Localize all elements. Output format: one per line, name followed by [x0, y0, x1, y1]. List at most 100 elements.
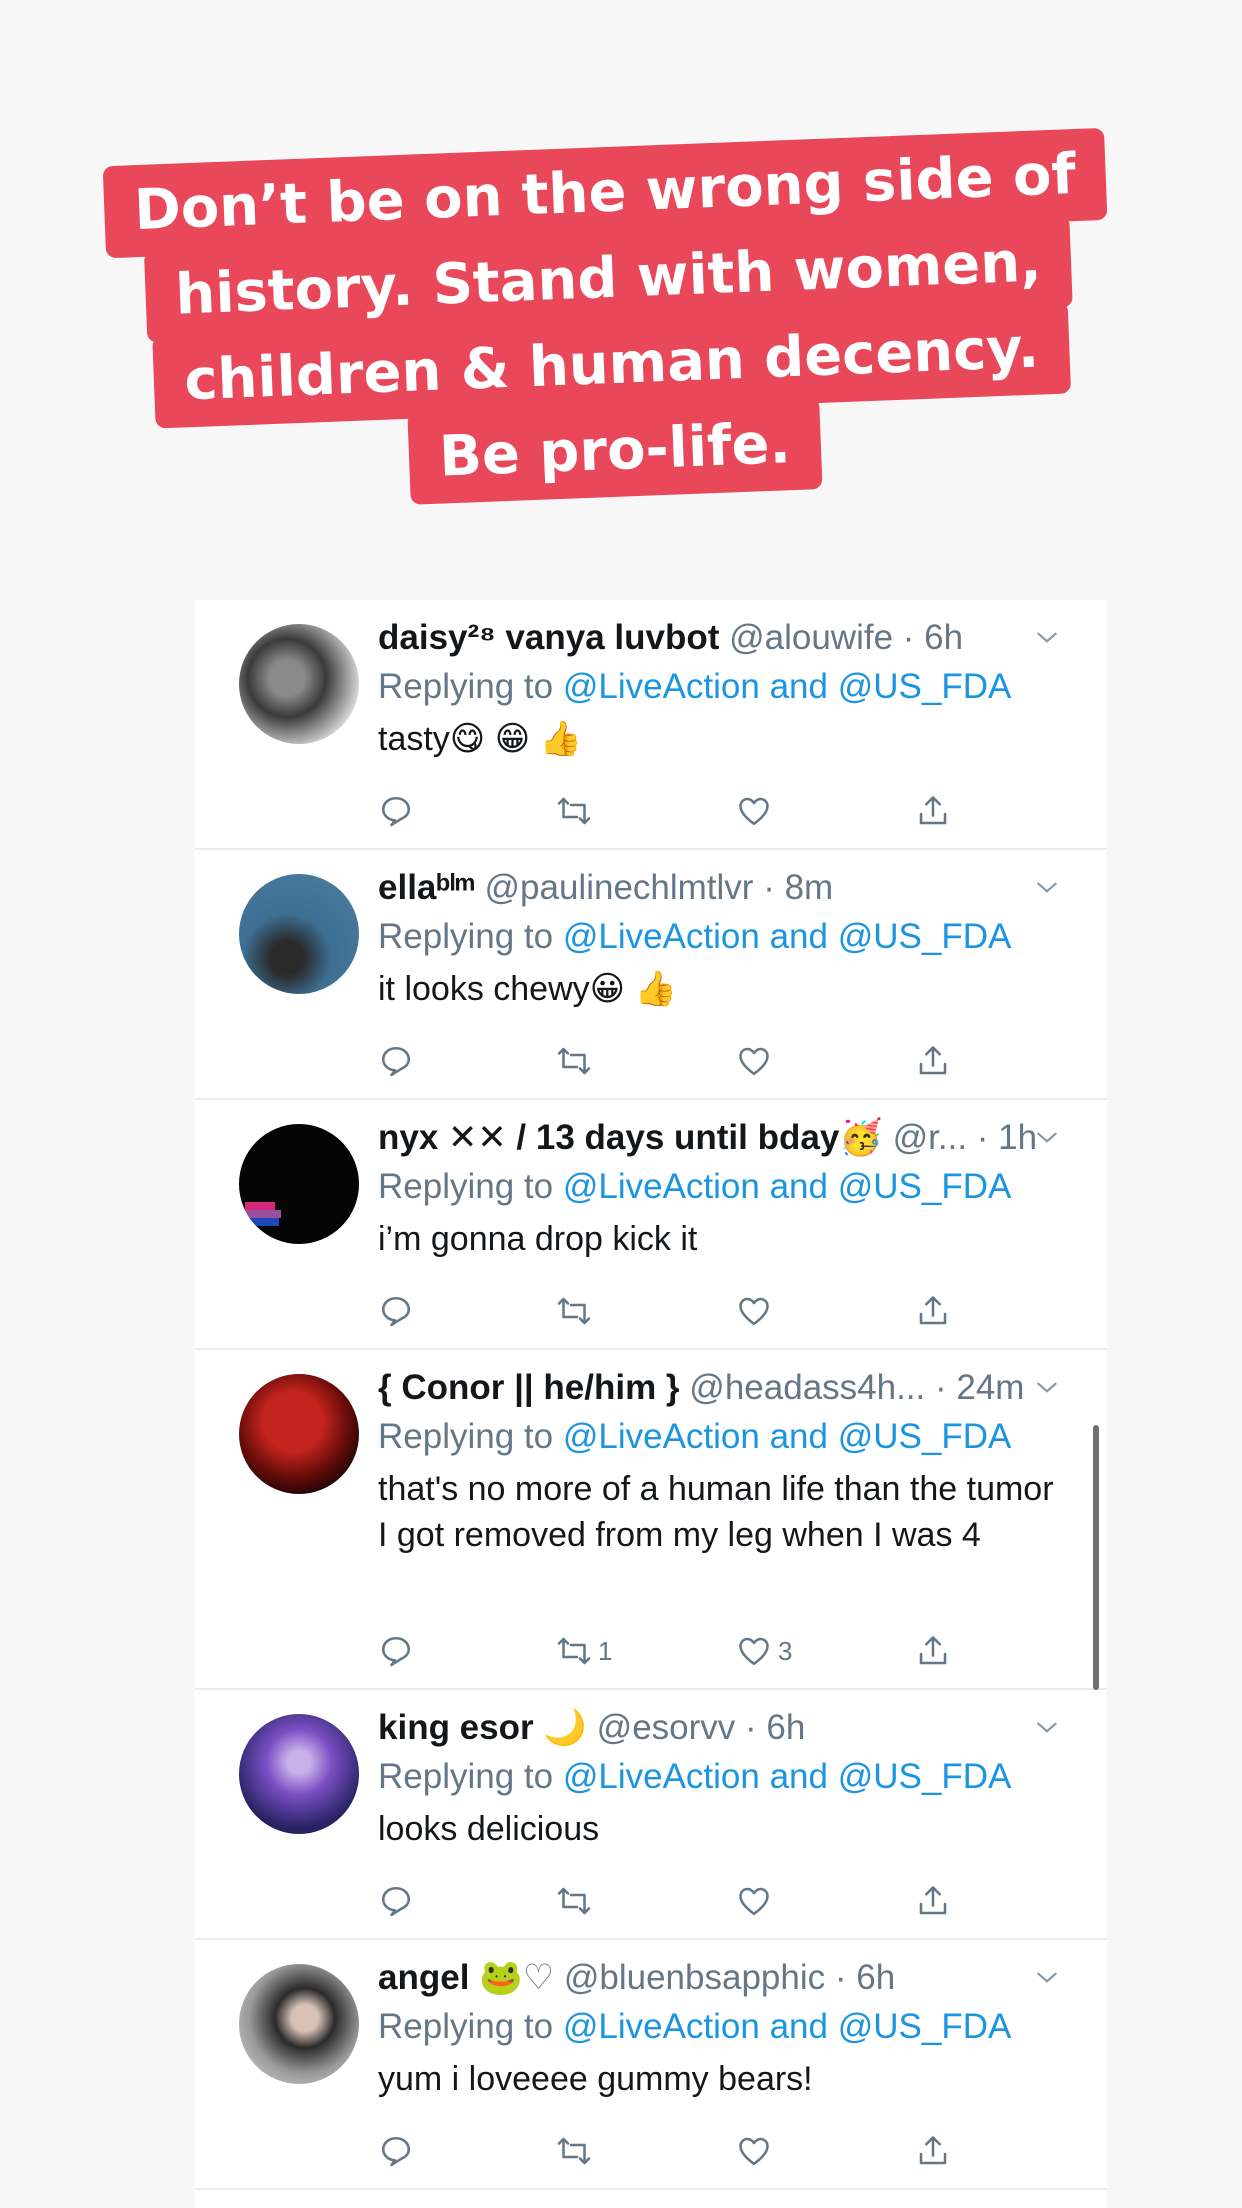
- heart-icon: [739, 1047, 769, 1076]
- avatar[interactable]: [239, 1124, 359, 1244]
- reply-icon: [381, 1636, 411, 1667]
- replying-to-link[interactable]: @LiveAction and @US_FDA: [563, 667, 1011, 706]
- reply-button[interactable]: [378, 1036, 414, 1086]
- handle[interactable]: @r...: [893, 1118, 967, 1157]
- share-button[interactable]: [915, 1036, 951, 1086]
- handle[interactable]: @alouwife: [729, 618, 893, 657]
- share-button[interactable]: [915, 2126, 951, 2176]
- reply-button[interactable]: [378, 2126, 414, 2176]
- chevron-down-icon[interactable]: [1027, 1954, 1067, 2002]
- share-button[interactable]: [915, 1286, 951, 1336]
- reply-button[interactable]: [378, 1876, 414, 1926]
- tweet[interactable]: angel 🐸♡ @bluenbsapphic · 6h Replying to…: [195, 1940, 1107, 2190]
- reply-icon: [381, 1046, 411, 1077]
- avatar[interactable]: [239, 1714, 359, 1834]
- replying-to-label: Replying to: [378, 667, 554, 706]
- handle[interactable]: @esorvv: [597, 1708, 736, 1747]
- heart-icon: [739, 797, 769, 826]
- replying-to: Replying to @LiveAction and @US_FDA: [378, 1752, 1067, 1802]
- heart-icon: [739, 1297, 769, 1326]
- tweet[interactable]: nyx ✕✕ / 13 days until bday🥳 @r... · 1h …: [195, 1100, 1107, 1350]
- story-text-banner: Don’t be on the wrong side of history. S…: [99, 127, 1121, 514]
- tweet[interactable]: { Conor || he/him } @headass4h... · 24m …: [195, 1350, 1107, 1690]
- reply-button[interactable]: [378, 1286, 414, 1336]
- display-name[interactable]: ellaᵇˡᵐ: [378, 868, 475, 907]
- tweet-text: looks delicious: [378, 1810, 600, 1848]
- like-button[interactable]: [736, 1876, 778, 1926]
- chevron-down-icon[interactable]: [1027, 1704, 1067, 1752]
- tweet[interactable]: king esor 🌙 @esorvv · 6h Replying to @Li…: [195, 1690, 1107, 1940]
- like-button[interactable]: [736, 1286, 778, 1336]
- retweet-button[interactable]: [556, 2126, 598, 2176]
- chevron-down-icon[interactable]: [1027, 614, 1067, 662]
- handle[interactable]: @bluenbsapphic: [564, 1958, 825, 1997]
- heart-icon: [739, 2137, 769, 2166]
- chevron-down-icon[interactable]: [1027, 1114, 1067, 1162]
- retweet-button[interactable]: [556, 1036, 598, 1086]
- tweet-text: tasty😋 😁 👍: [378, 720, 582, 758]
- share-icon: [919, 1046, 947, 1075]
- heart-icon: [739, 1887, 769, 1916]
- display-name[interactable]: daisy²⁸ vanya luvbot: [378, 618, 719, 657]
- tweet-text: i’m gonna drop kick it: [378, 1220, 698, 1258]
- chevron-down-icon[interactable]: [1027, 1364, 1067, 1412]
- share-button[interactable]: [915, 1626, 951, 1676]
- like-button[interactable]: [736, 1036, 778, 1086]
- reply-icon: [381, 796, 411, 827]
- share-icon: [919, 1886, 947, 1915]
- display-name[interactable]: king esor: [378, 1708, 534, 1747]
- tweet-header: nyx ✕✕ / 13 days until bday🥳 @r... · 1h: [378, 1114, 1067, 1162]
- scrollbar[interactable]: [1093, 1425, 1099, 1690]
- replying-to-link[interactable]: @LiveAction and @US_FDA: [563, 1417, 1011, 1456]
- display-name[interactable]: { Conor || he/him }: [378, 1368, 680, 1407]
- share-button[interactable]: [915, 1876, 951, 1926]
- tweet-text: yum i loveeee gummy bears!: [378, 2060, 813, 2098]
- reply-icon: [381, 1886, 411, 1917]
- avatar[interactable]: [239, 1964, 359, 2084]
- retweet-button[interactable]: [556, 786, 598, 836]
- replying-to-link[interactable]: @LiveAction and @US_FDA: [563, 1757, 1011, 1796]
- name-emoji: 🌙: [543, 1708, 587, 1748]
- replying-to: Replying to @LiveAction and @US_FDA: [378, 1412, 1067, 1462]
- replying-to-label: Replying to: [378, 1757, 554, 1796]
- tweet[interactable]: daisy²⁸ vanya luvbot @alouwife · 6h Repl…: [195, 600, 1107, 850]
- retweet-button[interactable]: [556, 1286, 598, 1336]
- like-button[interactable]: [736, 786, 778, 836]
- chevron-down-icon[interactable]: [1027, 864, 1067, 912]
- avatar[interactable]: [239, 1374, 359, 1494]
- like-button[interactable]: 3: [736, 1626, 792, 1676]
- display-name[interactable]: nyx ✕✕ / 13 days until bday: [378, 1118, 839, 1157]
- replying-to: Replying to @LiveAction and @US_FDA: [378, 662, 1067, 712]
- avatar[interactable]: [239, 874, 359, 994]
- avatar[interactable]: [239, 624, 359, 744]
- handle[interactable]: @paulinechlmtlvr: [485, 868, 754, 907]
- replying-to-link[interactable]: @LiveAction and @US_FDA: [563, 2007, 1011, 2046]
- replying-to-link[interactable]: @LiveAction and @US_FDA: [563, 917, 1011, 956]
- reply-button[interactable]: [378, 1626, 414, 1676]
- share-button[interactable]: [915, 786, 951, 836]
- retweet-icon: [557, 2137, 591, 2165]
- timestamp: · 6h: [745, 1708, 806, 1747]
- retweet-count: 1: [598, 1635, 613, 1666]
- reply-icon: [381, 2136, 411, 2167]
- name-emoji: 🐸♡: [479, 1958, 555, 1998]
- tweet-text: that's no more of a human life than the …: [378, 1470, 1054, 1554]
- replying-to: Replying to @LiveAction and @US_FDA: [378, 912, 1067, 962]
- like-count: 3: [778, 1635, 793, 1666]
- like-button[interactable]: [736, 2126, 778, 2176]
- reply-button[interactable]: [378, 786, 414, 836]
- share-icon: [919, 1636, 947, 1665]
- replying-to-link[interactable]: @LiveAction and @US_FDA: [563, 1167, 1011, 1206]
- tweet[interactable]: ellaᵇˡᵐ @paulinechlmtlvr · 8m Replying t…: [195, 850, 1107, 1100]
- retweet-button[interactable]: 1: [556, 1626, 612, 1676]
- handle[interactable]: @headass4h...: [689, 1368, 925, 1407]
- timestamp: · 24m: [935, 1368, 1025, 1407]
- tweet-header: { Conor || he/him } @headass4h... · 24m: [378, 1364, 1067, 1412]
- replying-to-label: Replying to: [378, 2007, 554, 2046]
- tweet-header: angel 🐸♡ @bluenbsapphic · 6h: [378, 1954, 1067, 2002]
- retweet-button[interactable]: [556, 1876, 598, 1926]
- banner-line: Be pro-life.: [407, 397, 823, 505]
- replies-feed[interactable]: daisy²⁸ vanya luvbot @alouwife · 6h Repl…: [195, 600, 1107, 2208]
- timestamp: · 6h: [834, 1958, 896, 1997]
- display-name[interactable]: angel: [378, 1958, 469, 1997]
